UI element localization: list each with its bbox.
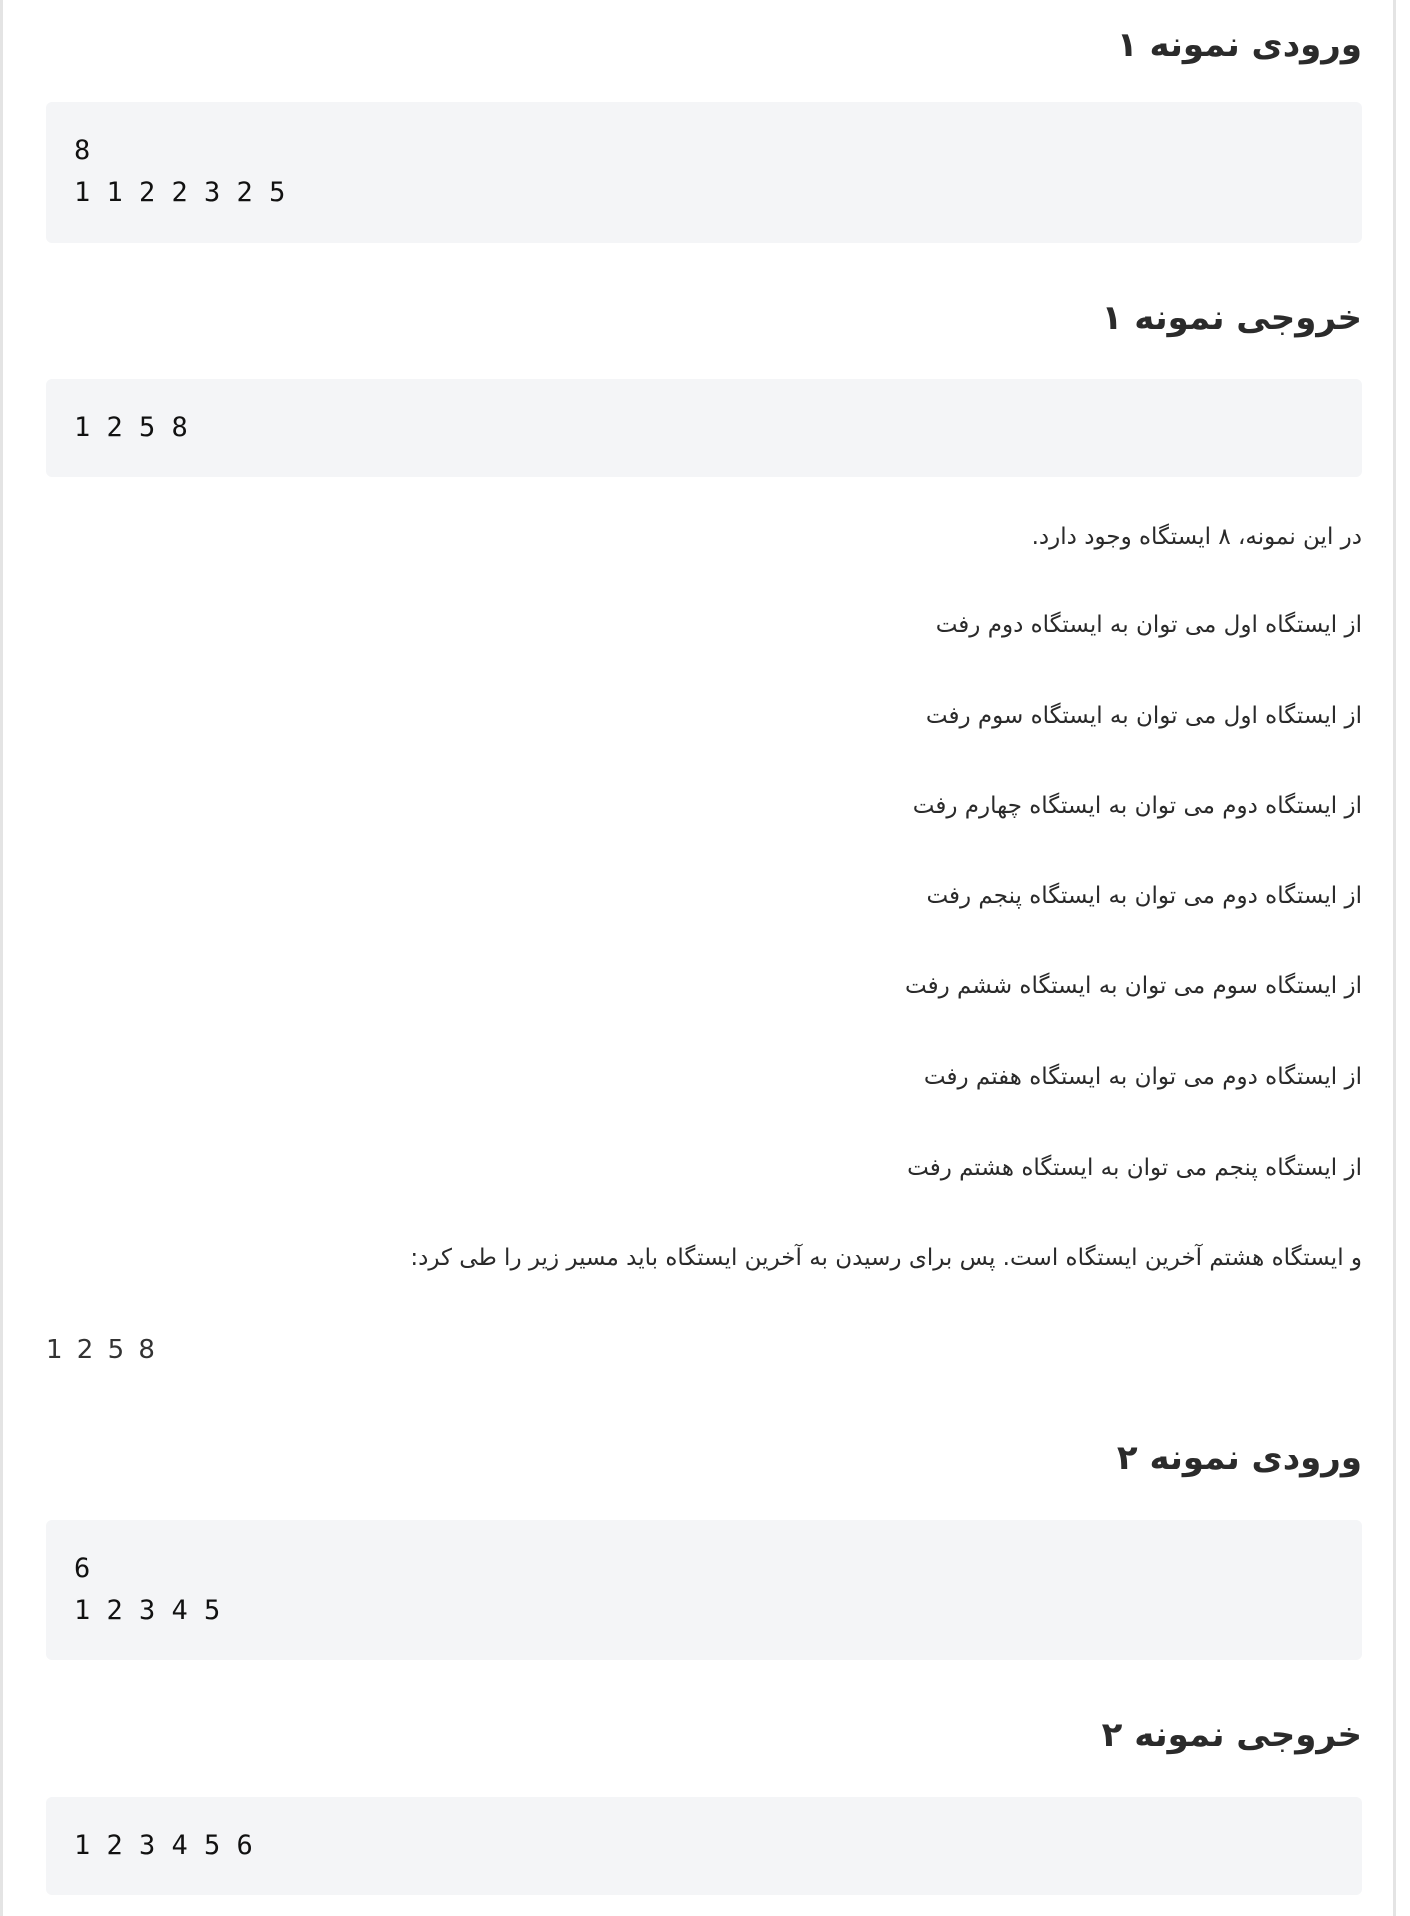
output-line: 1 2 3 4 5 6 [74,1830,253,1861]
explanation-paragraph: از ایستگاه دوم می توان به ایستگاه هفتم ر… [923,1064,1362,1090]
sample-1-input-heading: ورودی نمونه ۱ [1116,25,1362,65]
page-left-border [0,0,3,1916]
sample-2-output-heading: خروجی نمونه ۲ [1101,1715,1362,1755]
explanation-paragraph: در این نمونه، ۸ ایستگاه وجود دارد. [1031,524,1362,550]
sample-1-input-box: 8 1 1 2 2 3 2 5 [46,102,1362,243]
sample-1-output-box: 1 2 5 8 [46,379,1362,477]
sample-2-input-heading: ورودی نمونه ۲ [1116,1438,1362,1478]
sample-2-input-box: 6 1 2 3 4 5 [46,1520,1362,1660]
input-line: 1 1 2 2 3 2 5 [74,177,286,208]
explanation-paragraph: و ایستگاه هشتم آخرین ایستگاه است. پس برا… [410,1245,1362,1271]
sample-1-output-heading: خروجی نمونه ۱ [1101,298,1362,338]
output-line: 1 2 5 8 [74,412,188,443]
explanation-paragraph: از ایستگاه سوم می توان به ایستگاه ششم رف… [905,973,1362,999]
input-line: 1 2 3 4 5 [74,1595,221,1626]
explanation-paragraph: از ایستگاه اول می توان به ایستگاه دوم رف… [935,612,1362,638]
explanation-path: 1 2 5 8 [46,1335,158,1365]
explanation-paragraph: از ایستگاه دوم می توان به ایستگاه چهارم … [912,793,1362,819]
explanation-paragraph: از ایستگاه اول می توان به ایستگاه سوم رف… [925,703,1362,729]
sample-2-output-box: 1 2 3 4 5 6 [46,1797,1362,1895]
input-line: 8 [74,135,91,166]
input-line: 6 [74,1553,91,1584]
explanation-paragraph: از ایستگاه دوم می توان به ایستگاه پنجم ر… [926,883,1362,909]
page-right-border [1393,0,1410,1916]
explanation-paragraph: از ایستگاه پنجم می توان به ایستگاه هشتم … [907,1155,1362,1181]
